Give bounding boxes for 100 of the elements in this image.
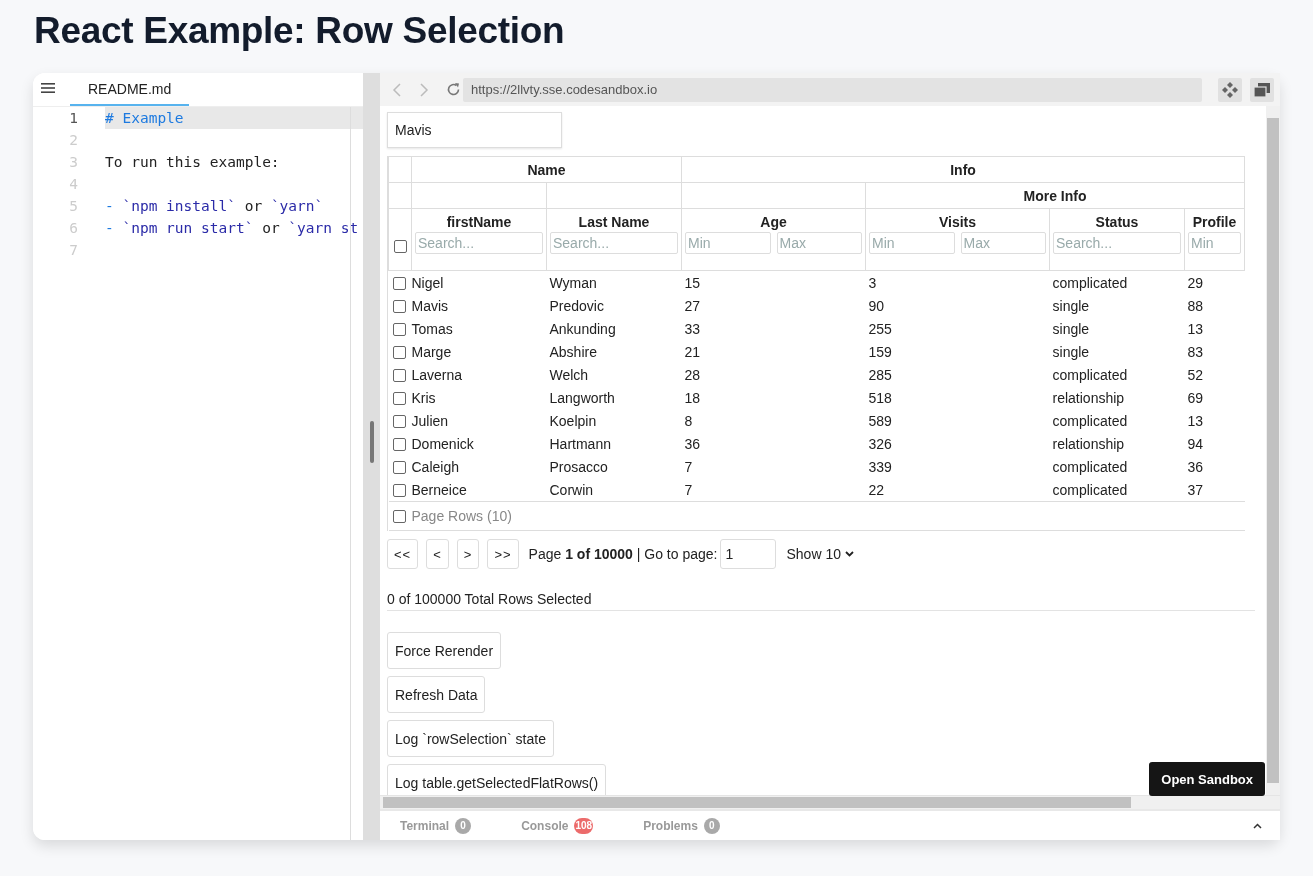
address-bar[interactable]: https://2llvty.sse.codesandbox.io <box>463 77 1202 102</box>
checkbox[interactable] <box>392 368 406 382</box>
page-button[interactable]: > <box>456 539 480 569</box>
filter-field[interactable]: Search... <box>1053 232 1181 254</box>
new-window-button[interactable] <box>1250 77 1274 102</box>
page-button[interactable]: << <box>387 539 419 569</box>
page-button[interactable]: < <box>426 539 449 569</box>
filter-field[interactable]: Max <box>960 232 1046 254</box>
filter-field[interactable]: Min <box>1188 232 1242 254</box>
table-cell: 37 <box>1187 481 1204 498</box>
table-cell: Mavis <box>411 297 449 314</box>
table-cell: complicated <box>1052 481 1128 498</box>
table-cell: 83 <box>1187 343 1204 360</box>
table-cell: complicated <box>1052 274 1128 291</box>
open-sandbox-button[interactable]: Open Sandbox <box>1149 762 1265 796</box>
chevron-down-icon <box>844 551 854 557</box>
windows-icon <box>1254 82 1270 97</box>
action-button[interactable]: Force Rerender <box>387 632 502 669</box>
footer-label: Page Rows (10) <box>411 508 512 524</box>
table-cell: 7 <box>684 481 693 498</box>
table-cell: Welch <box>549 366 589 383</box>
column-header: Age <box>760 214 787 230</box>
count-badge: 0 <box>455 817 472 834</box>
column-group-header: More Info <box>1023 187 1087 204</box>
checkbox[interactable] <box>392 322 406 336</box>
column-header: Last Name <box>578 214 650 230</box>
table-cell: 159 <box>868 343 892 360</box>
filter-field[interactable]: Search... <box>415 232 543 254</box>
chevron-up-icon[interactable] <box>1253 822 1262 829</box>
grid-button[interactable] <box>1218 77 1242 102</box>
table-cell: Corwin <box>549 481 594 498</box>
horizontal-scrollbar[interactable] <box>380 795 1280 809</box>
table-cell: 29 <box>1187 274 1204 291</box>
table-cell: 7 <box>684 458 693 475</box>
table-cell: Domenick <box>411 435 474 452</box>
checkbox[interactable] <box>392 391 406 405</box>
table-cell: 3 <box>868 274 877 291</box>
checkbox[interactable] <box>392 460 406 474</box>
action-button[interactable]: Log table.getSelectedFlatRows() <box>387 764 607 795</box>
table-cell: 33 <box>684 320 701 337</box>
checkbox[interactable] <box>392 345 406 359</box>
page-size-select[interactable]: Show 10 <box>786 546 854 562</box>
table-cell: 255 <box>868 320 892 337</box>
filter-field[interactable]: Min <box>869 232 955 254</box>
column-group-header: Info <box>950 161 976 178</box>
page-info: Page 1 of 10000 | Go to page: <box>528 546 718 562</box>
table-cell: Julien <box>411 412 449 429</box>
page-input[interactable]: 1 <box>720 539 777 569</box>
table-cell: 589 <box>868 412 892 429</box>
column-group-header: Name <box>527 161 566 178</box>
table-cell: 8 <box>684 412 693 429</box>
table-cell: relationship <box>1052 435 1125 452</box>
count-badge: 0 <box>703 817 720 834</box>
global-filter-field[interactable]: Mavis <box>387 112 562 148</box>
checkbox[interactable] <box>392 276 406 290</box>
action-button[interactable]: Refresh Data <box>387 676 486 713</box>
action-button[interactable]: Log `rowSelection` state <box>387 720 554 757</box>
diamond-grid-icon <box>1222 81 1238 98</box>
menu-icon[interactable] <box>41 83 55 93</box>
table-cell: complicated <box>1052 458 1128 475</box>
reload-icon[interactable] <box>446 82 461 97</box>
checkbox[interactable] <box>392 510 406 523</box>
table-cell: Tomas <box>411 320 453 337</box>
checkbox[interactable] <box>392 483 406 497</box>
column-header: Visits <box>938 214 977 230</box>
line-number: 1 <box>68 110 79 126</box>
table-cell: Kris <box>411 389 436 406</box>
table-cell: Prosacco <box>549 458 608 475</box>
table-cell: 13 <box>1187 320 1204 337</box>
code-line: To run this example: <box>105 153 281 172</box>
code-line: - `npm install` or `yarn` <box>105 197 325 216</box>
table-cell: 285 <box>868 366 892 383</box>
table-cell: Predovic <box>549 297 604 314</box>
table-cell: complicated <box>1052 366 1128 383</box>
table-cell: 36 <box>1187 458 1204 475</box>
table-cell: 94 <box>1187 435 1204 452</box>
filter-field[interactable]: Max <box>776 232 862 254</box>
checkbox[interactable] <box>392 299 406 313</box>
table-cell: 339 <box>868 458 892 475</box>
filter-field[interactable]: Search... <box>550 232 678 254</box>
vertical-scrollbar[interactable] <box>1266 106 1280 795</box>
filter-field[interactable]: Min <box>685 232 771 254</box>
table-cell: 27 <box>684 297 701 314</box>
table-cell: 518 <box>868 389 892 406</box>
checkbox[interactable] <box>392 437 406 451</box>
table-cell: Laverna <box>411 366 463 383</box>
table-cell: Caleigh <box>411 458 459 475</box>
table-cell: 52 <box>1187 366 1204 383</box>
count-badge: 108 <box>574 817 594 834</box>
resize-handle[interactable] <box>369 420 374 463</box>
table-cell: single <box>1052 320 1090 337</box>
checkbox[interactable] <box>393 239 407 253</box>
table-cell: single <box>1052 343 1090 360</box>
code-line: - `npm run start` or `yarn st <box>105 219 360 238</box>
table-cell: single <box>1052 297 1090 314</box>
page-button[interactable]: >> <box>487 539 519 569</box>
table-cell: 90 <box>868 297 885 314</box>
table-cell: Wyman <box>549 274 597 291</box>
table-cell: 21 <box>684 343 701 360</box>
checkbox[interactable] <box>392 414 406 428</box>
